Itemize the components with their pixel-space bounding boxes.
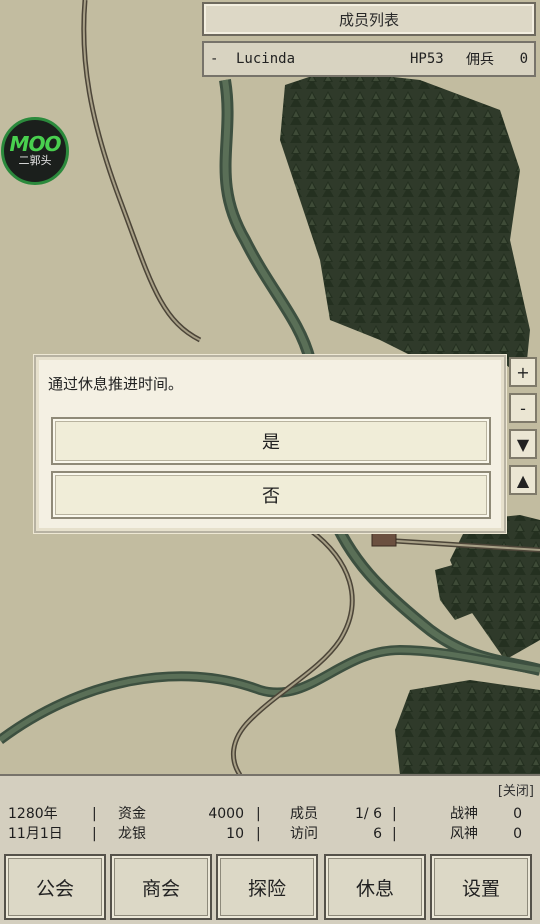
tab-chamber-of-commerce[interactable]: 商会 [110, 854, 212, 920]
zoom-in-button[interactable]: + [509, 357, 537, 387]
zoom-out-button[interactable]: - [509, 393, 537, 423]
tab-explore[interactable]: 探险 [216, 854, 318, 920]
members-value: 1/ 6 [355, 806, 382, 822]
dragon-silver-label: 龙银 [118, 826, 146, 842]
member-mercenary-label: 佣兵 [466, 52, 494, 68]
main-tabs: 公会 商会 探险 休息 设置 [4, 854, 536, 922]
rest-dialog: 通过休息推进时间。 是 否 [34, 355, 506, 533]
member-mercenary-value: 0 [519, 51, 528, 67]
scroll-down-button[interactable]: ▼ [509, 429, 537, 459]
member-name: Lucinda [236, 51, 296, 67]
tab-settings[interactable]: 设置 [430, 854, 532, 920]
logo-subtext: 二郭头 [18, 154, 52, 167]
scroll-up-button[interactable]: ▲ [509, 465, 537, 495]
separator: | [92, 806, 97, 822]
tab-guild[interactable]: 公会 [4, 854, 106, 920]
year-text: 1280年 [8, 806, 58, 822]
member-hp: HP53 [410, 51, 444, 67]
watermark-logo: MOO 二郭头 [1, 117, 69, 185]
close-status-button[interactable]: [关闭] [498, 780, 534, 799]
forest-south [395, 680, 540, 775]
wind-god-label: 风神 [450, 826, 478, 842]
logo-text: MOO [9, 132, 62, 156]
visits-label: 访问 [290, 826, 318, 842]
tab-rest[interactable]: 休息 [324, 854, 426, 920]
yes-button[interactable]: 是 [51, 417, 491, 465]
separator: | [256, 826, 261, 842]
separator: | [392, 826, 397, 842]
member-row-dash: - [210, 51, 219, 67]
no-button[interactable]: 否 [51, 471, 491, 519]
town-marker[interactable] [371, 531, 397, 547]
wind-god-value: 0 [513, 826, 522, 842]
visits-value: 6 [373, 826, 382, 842]
member-row-lucinda[interactable]: - Lucinda HP53 佣兵 0 [202, 41, 536, 77]
status-panel: [关闭] 1280年 11月1日 | | 资金 龙银 4000 10 | | 成… [0, 774, 540, 924]
funds-value: 4000 [208, 806, 244, 822]
war-god-value: 0 [513, 806, 522, 822]
dialog-message: 通过休息推进时间。 [48, 375, 184, 393]
separator: | [392, 806, 397, 822]
separator: | [256, 806, 261, 822]
separator: | [92, 826, 97, 842]
members-label: 成员 [290, 806, 318, 822]
war-god-label: 战神 [450, 806, 478, 822]
date-text: 11月1日 [8, 826, 63, 842]
dragon-silver-value: 10 [226, 826, 244, 842]
member-list-title[interactable]: 成员列表 [202, 2, 536, 36]
funds-label: 资金 [118, 806, 146, 822]
